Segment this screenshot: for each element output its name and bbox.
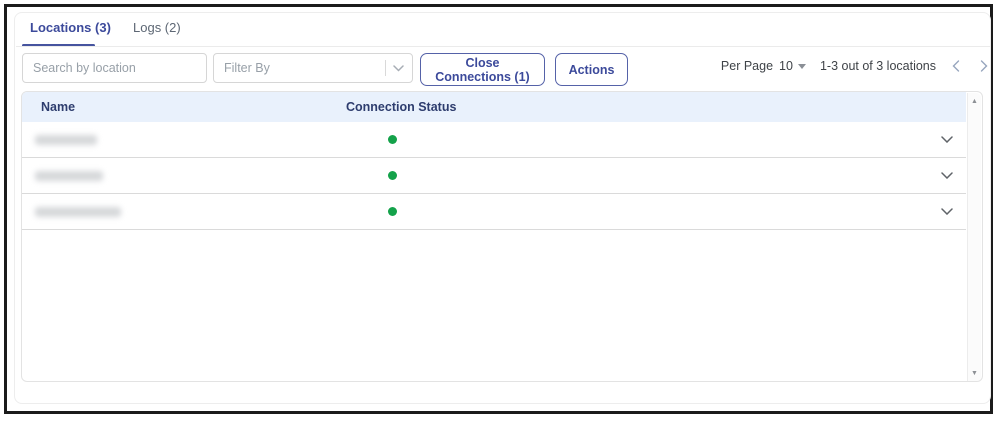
scroll-up-icon[interactable]: ▲ (968, 95, 981, 108)
filter-divider (385, 60, 386, 76)
close-connections-button[interactable]: Close Connections (1) (420, 53, 545, 86)
table-row[interactable] (22, 122, 966, 158)
table-header: Name Connection Status (22, 92, 966, 122)
per-page-value[interactable]: 10 (779, 59, 793, 73)
row-expand-chevron-icon[interactable] (941, 172, 953, 179)
prev-page-button[interactable] (950, 60, 962, 72)
tab-locations[interactable]: Locations (3) (30, 20, 111, 35)
per-page-label: Per Page (721, 59, 773, 73)
redacted-location-name (35, 207, 121, 217)
redacted-location-name (35, 135, 97, 145)
screenshot-stage: Locations (3) Logs (2) Filter By Close C… (0, 0, 1006, 422)
status-dot (388, 207, 397, 216)
search-input[interactable] (22, 53, 207, 83)
row-expand-chevron-icon[interactable] (941, 136, 953, 143)
status-dot (388, 135, 397, 144)
locations-table: Name Connection Status ▲ ▼ (21, 91, 983, 382)
filter-dropdown[interactable]: Filter By (213, 53, 413, 83)
tabbar-divider (16, 46, 990, 47)
next-page-button[interactable] (978, 60, 990, 72)
redacted-location-name (35, 171, 103, 181)
table-row[interactable] (22, 194, 966, 230)
column-header-name: Name (41, 100, 75, 114)
pagination-range-text: 1-3 out of 3 locations (820, 59, 936, 73)
filter-placeholder: Filter By (214, 61, 385, 75)
tab-logs[interactable]: Logs (2) (133, 20, 181, 35)
per-page-caret-icon[interactable] (798, 64, 806, 69)
column-header-connection-status: Connection Status (346, 100, 456, 114)
table-scrollbar[interactable]: ▲ ▼ (967, 93, 981, 382)
chevron-down-icon[interactable] (393, 65, 404, 72)
actions-button[interactable]: Actions (555, 53, 628, 86)
scroll-down-icon[interactable]: ▼ (968, 367, 981, 380)
table-body (22, 122, 966, 230)
row-expand-chevron-icon[interactable] (941, 208, 953, 215)
status-dot (388, 171, 397, 180)
pagination-bar: Per Page 10 1-3 out of 3 locations (721, 57, 990, 75)
table-row[interactable] (22, 158, 966, 194)
